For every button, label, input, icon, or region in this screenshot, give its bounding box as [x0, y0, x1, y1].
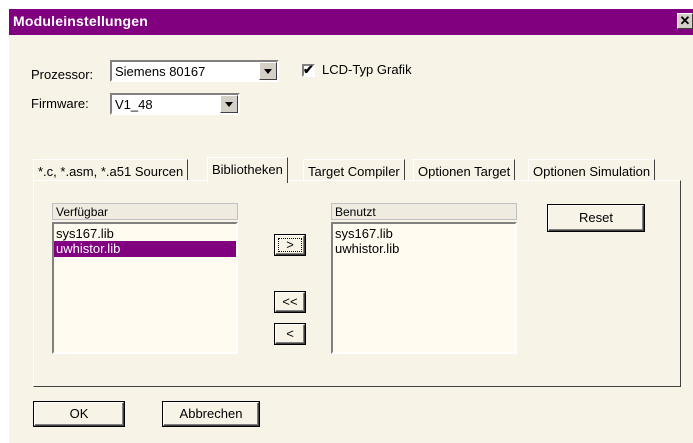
dialog-window: Moduleinstellungen ✕ Prozessor: Siemens …: [9, 9, 693, 443]
remove-button[interactable]: <: [275, 324, 305, 344]
chevron-down-icon: [225, 102, 233, 107]
tab-bibliotheken[interactable]: Bibliotheken: [207, 157, 288, 183]
processor-label: Prozessor:: [31, 67, 94, 82]
list-item-selected[interactable]: uwhistor.lib: [54, 241, 236, 257]
tab-panel: Verfügbar sys167.lib uwhistor.lib > << <…: [33, 180, 681, 387]
processor-select[interactable]: Siemens 80167: [110, 60, 279, 82]
available-listbox[interactable]: sys167.lib uwhistor.lib: [52, 222, 238, 354]
window-title: Moduleinstellungen: [13, 13, 149, 29]
firmware-select[interactable]: V1_48: [110, 93, 240, 115]
reset-button[interactable]: Reset: [548, 205, 644, 231]
lcd-label[interactable]: LCD-Typ Grafik: [322, 62, 412, 77]
firmware-label: Firmware:: [31, 96, 89, 111]
available-header: Verfügbar: [52, 203, 238, 220]
list-item[interactable]: sys167.lib: [54, 226, 236, 242]
firmware-dropdown-button[interactable]: [220, 95, 238, 113]
list-item[interactable]: sys167.lib: [333, 226, 515, 242]
processor-value: Siemens 80167: [115, 64, 206, 79]
tab-target-compiler[interactable]: Target Compiler: [303, 159, 405, 181]
firmware-value: V1_48: [115, 97, 153, 112]
title-bar[interactable]: Moduleinstellungen ✕: [9, 9, 693, 35]
cancel-button[interactable]: Abbrechen: [163, 402, 259, 426]
used-listbox[interactable]: sys167.lib uwhistor.lib: [331, 222, 517, 354]
lcd-checkbox[interactable]: ✔: [302, 62, 315, 77]
tab-optionen-simulation[interactable]: Optionen Simulation: [528, 159, 656, 181]
tab-sources[interactable]: *.c, *.asm, *.a51 Sourcen: [33, 159, 189, 181]
list-item[interactable]: uwhistor.lib: [333, 241, 515, 257]
remove-all-button[interactable]: <<: [275, 292, 305, 312]
checkmark-icon: ✔: [303, 62, 314, 77]
chevron-down-icon: [264, 69, 272, 74]
close-button[interactable]: ✕: [677, 13, 693, 29]
add-button[interactable]: >: [275, 235, 305, 255]
close-icon: ✕: [679, 13, 691, 28]
used-header: Benutzt: [331, 203, 517, 220]
processor-dropdown-button[interactable]: [259, 62, 277, 80]
ok-button[interactable]: OK: [34, 402, 124, 426]
tab-optionen-target[interactable]: Optionen Target: [413, 159, 516, 181]
